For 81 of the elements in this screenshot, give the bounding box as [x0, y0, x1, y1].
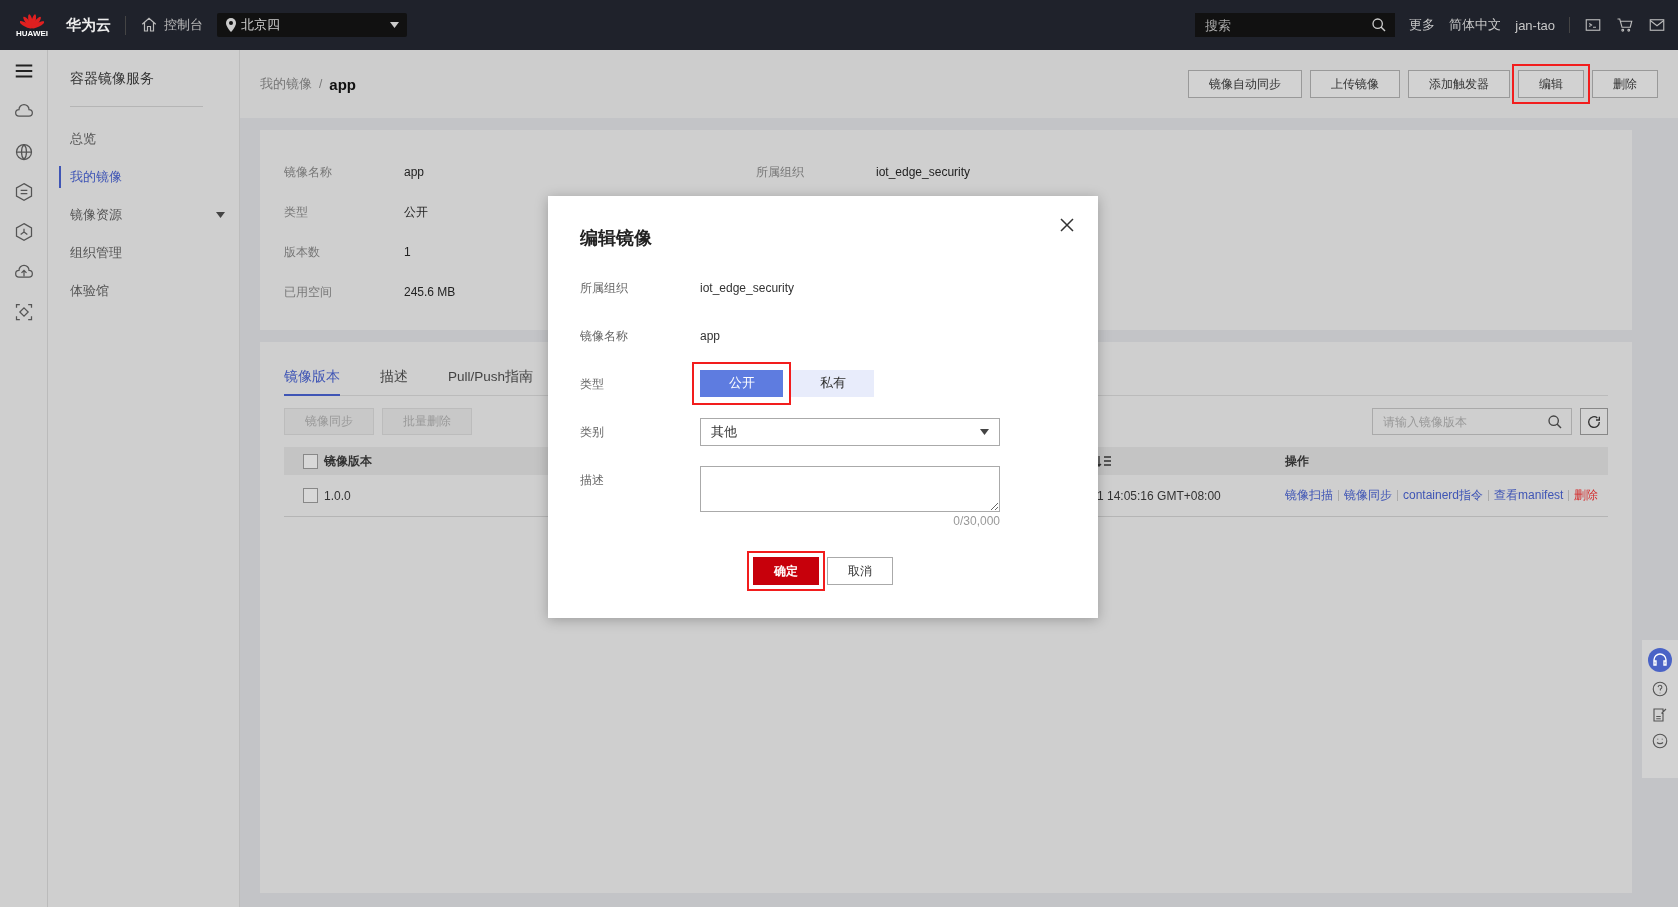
- terminal-icon[interactable]: [1584, 16, 1602, 34]
- header-link[interactable]: jan-tao: [1515, 17, 1555, 33]
- field-value: 公开: [404, 203, 428, 221]
- field-value: 1: [404, 245, 411, 259]
- edit-icon[interactable]: [1651, 706, 1669, 724]
- field-label: 类型: [284, 203, 309, 221]
- caret-icon: [390, 22, 399, 28]
- category-select[interactable]: 其他: [700, 418, 1000, 446]
- field-label: 描述: [580, 472, 605, 489]
- globe-icon[interactable]: [13, 142, 34, 162]
- tab[interactable]: 描述: [380, 362, 408, 396]
- home-icon: [140, 16, 158, 34]
- sidebar-item[interactable]: 组织管理: [59, 242, 239, 264]
- header-link[interactable]: 更多: [1409, 16, 1436, 34]
- confirm-button[interactable]: 确定: [753, 557, 819, 585]
- search-box[interactable]: 搜索: [1195, 13, 1396, 37]
- breadcrumb-item: app: [329, 75, 356, 93]
- type-option[interactable]: 公开: [700, 370, 783, 397]
- field-value: app: [404, 165, 425, 179]
- sidebar-item[interactable]: 总览: [59, 128, 239, 150]
- row-action-link[interactable]: 镜像扫描: [1285, 487, 1333, 504]
- field-label: 版本数: [284, 243, 321, 261]
- search-field[interactable]: 搜索: [1203, 16, 1372, 34]
- action-button[interactable]: 镜像自动同步: [1188, 70, 1302, 98]
- row-checkbox[interactable]: [303, 488, 318, 503]
- search-icon[interactable]: [1371, 17, 1388, 33]
- tab[interactable]: Pull/Push指南: [448, 362, 534, 396]
- table-cell-text: 1 14:05:16 GMT+08:00: [1097, 488, 1222, 503]
- field-label: 已用空间: [284, 283, 333, 301]
- cancel-button[interactable]: 取消: [827, 557, 893, 585]
- action-button[interactable]: 上传镜像: [1310, 70, 1400, 98]
- refresh-icon: [1586, 413, 1602, 430]
- type-option[interactable]: 私有: [791, 370, 874, 397]
- column-header: 操作: [1285, 452, 1310, 470]
- field-value: app: [700, 328, 721, 345]
- mail-icon[interactable]: [1648, 16, 1666, 34]
- field-value: iot_edge_security: [700, 280, 795, 297]
- region-select[interactable]: 北京四: [217, 13, 407, 37]
- field-label: 镜像名称: [284, 163, 333, 181]
- select-all-checkbox[interactable]: [303, 453, 318, 469]
- field-label: 镜像名称: [580, 328, 629, 345]
- hexagon-icon[interactable]: [13, 222, 34, 242]
- field-label: 类型: [580, 376, 605, 393]
- headset-icon[interactable]: [1648, 648, 1672, 672]
- brand-name[interactable]: 华为云: [66, 15, 126, 35]
- breadcrumb-separator: /: [319, 77, 323, 91]
- cart-icon[interactable]: [1616, 16, 1634, 34]
- logo-text: HUAWEI: [16, 28, 48, 38]
- field-label: 所属组织: [580, 280, 629, 297]
- tab[interactable]: 镜像版本: [284, 362, 340, 396]
- field-value: iot_edge_security: [876, 165, 971, 179]
- logo-icon: [20, 12, 44, 29]
- refresh-button[interactable]: [1580, 408, 1608, 435]
- hexagon-icon[interactable]: [13, 182, 34, 202]
- table-cell-text: 1.0.0: [324, 488, 352, 503]
- character-counter: 0/30,000: [953, 514, 1000, 528]
- description-field[interactable]: [700, 466, 1000, 512]
- sidebar-item[interactable]: 我的镜像: [59, 166, 239, 188]
- header-link[interactable]: 简体中文: [1449, 16, 1502, 34]
- field-label: 类别: [580, 424, 605, 441]
- search-icon[interactable]: [1547, 413, 1563, 430]
- caret-icon: [980, 429, 989, 435]
- smiley-icon[interactable]: [1651, 732, 1669, 750]
- location-pin-icon: [225, 18, 237, 32]
- console-link[interactable]: 控制台: [140, 16, 203, 34]
- sidebar-item[interactable]: 镜像资源: [59, 204, 239, 226]
- column-header: 镜像版本: [324, 452, 373, 470]
- scan-icon[interactable]: [13, 302, 34, 322]
- dialog-title: 编辑镜像: [580, 227, 653, 250]
- field-label: 所属组织: [756, 163, 805, 181]
- sort-icon[interactable]: [1097, 455, 1111, 467]
- action-button[interactable]: 删除: [1592, 70, 1658, 98]
- sidebar-item[interactable]: 体验馆: [59, 280, 239, 302]
- action-button[interactable]: 编辑: [1518, 70, 1584, 98]
- row-action-link[interactable]: 镜像同步: [1344, 487, 1392, 504]
- action-button[interactable]: 添加触发器: [1408, 70, 1510, 98]
- field-value: 245.6 MB: [404, 285, 456, 299]
- help-icon[interactable]: [1651, 680, 1669, 698]
- row-action-link[interactable]: containerd指令: [1403, 487, 1484, 504]
- service-title: 容器镜像服务: [70, 70, 203, 107]
- row-action-link[interactable]: 查看manifest: [1494, 487, 1564, 504]
